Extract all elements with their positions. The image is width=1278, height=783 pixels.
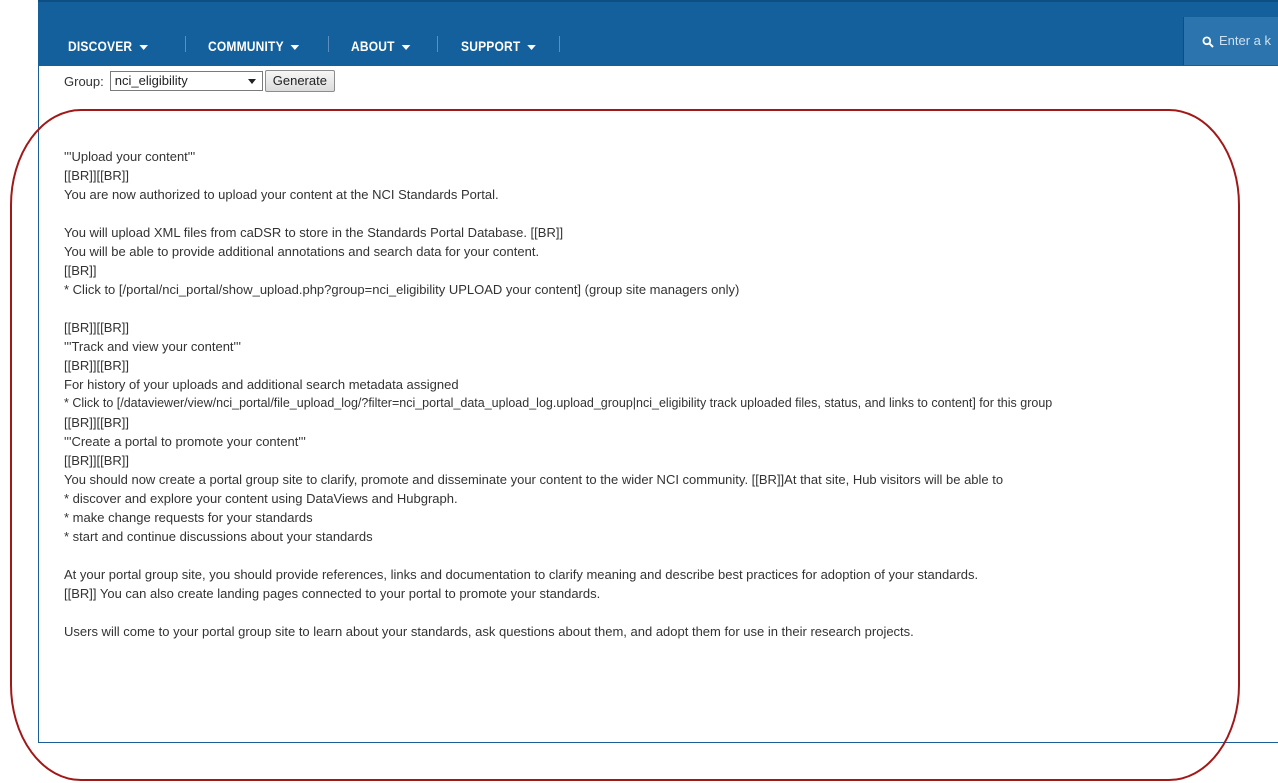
content-line: [[BR]][[BR]]	[64, 453, 130, 468]
content-line: [[BR]][[BR]]	[64, 168, 130, 183]
nav-support[interactable]: SUPPORT	[461, 36, 536, 56]
top-navbar: DISCOVER COMMUNITY ABOUT SUPPORT Enter a…	[38, 0, 1278, 66]
content-line: At your portal group site, you should pr…	[64, 567, 979, 582]
content-blank	[64, 299, 1264, 318]
content-line: You are now authorized to upload your co…	[64, 187, 499, 202]
content-blank	[64, 204, 1264, 223]
nav-divider	[437, 36, 438, 52]
search-icon	[1202, 36, 1214, 48]
content-line: * Click to [/portal/nci_portal/show_uplo…	[64, 282, 740, 297]
content-line: You will upload XML files from caDSR to …	[64, 225, 564, 240]
content-line: [[BR]][[BR]]	[64, 415, 130, 430]
content-line: Users will come to your portal group sit…	[64, 624, 914, 639]
content-line: [[BR]]	[64, 263, 97, 278]
chevron-down-icon	[139, 44, 148, 50]
content-line: '''Track and view your content'''	[64, 339, 241, 354]
nav-divider	[328, 36, 329, 52]
content-line: * Click to [/dataviewer/view/nci_portal/…	[64, 396, 1053, 410]
page-frame-left	[38, 0, 39, 743]
group-form: Group: nci_eligibility Generate	[64, 70, 335, 92]
nav-about-label: ABOUT	[351, 38, 395, 54]
wiki-markup-content: '''Upload your content''' [[BR]][[BR]] Y…	[64, 147, 1264, 641]
content-line: For history of your uploads and addition…	[64, 377, 459, 392]
content-line: * discover and explore your content usin…	[64, 491, 458, 506]
search-placeholder: Enter a k	[1219, 33, 1272, 48]
content-line: [[BR]] You can also create landing pages…	[64, 586, 601, 601]
content-line: You will be able to provide additional a…	[64, 244, 540, 259]
nav-discover[interactable]: DISCOVER	[68, 36, 148, 56]
dropdown-arrow-icon	[247, 79, 256, 84]
chevron-down-icon	[401, 44, 411, 50]
content-line: '''Upload your content'''	[64, 149, 196, 164]
nav-divider	[559, 36, 560, 52]
generate-button[interactable]: Generate	[264, 70, 335, 92]
chevron-down-icon	[290, 44, 300, 50]
group-select[interactable]: nci_eligibility	[109, 71, 263, 91]
chevron-down-icon	[527, 44, 536, 50]
content-blank	[64, 546, 1264, 565]
group-select-value: nci_eligibility	[114, 73, 188, 88]
nav-about[interactable]: ABOUT	[351, 36, 411, 56]
nav-discover-label: DISCOVER	[68, 38, 133, 54]
page-frame-bottom	[38, 742, 1278, 743]
content-line: You should now create a portal group sit…	[64, 472, 1004, 487]
content-line: [[BR]][[BR]]	[64, 358, 130, 373]
search-input[interactable]: Enter a k	[1183, 17, 1278, 65]
nav-community-label: COMMUNITY	[208, 38, 284, 54]
content-line: [[BR]][[BR]]	[64, 320, 130, 335]
group-label: Group:	[64, 73, 104, 89]
nav-support-label: SUPPORT	[461, 38, 521, 54]
content-line: * start and continue discussions about y…	[64, 529, 373, 544]
content-blank	[64, 603, 1264, 622]
content-line: * make change requests for your standard…	[64, 510, 313, 525]
content-line: '''Create a portal to promote your conte…	[64, 434, 306, 449]
nav-community[interactable]: COMMUNITY	[208, 36, 300, 56]
nav-divider	[185, 36, 186, 52]
